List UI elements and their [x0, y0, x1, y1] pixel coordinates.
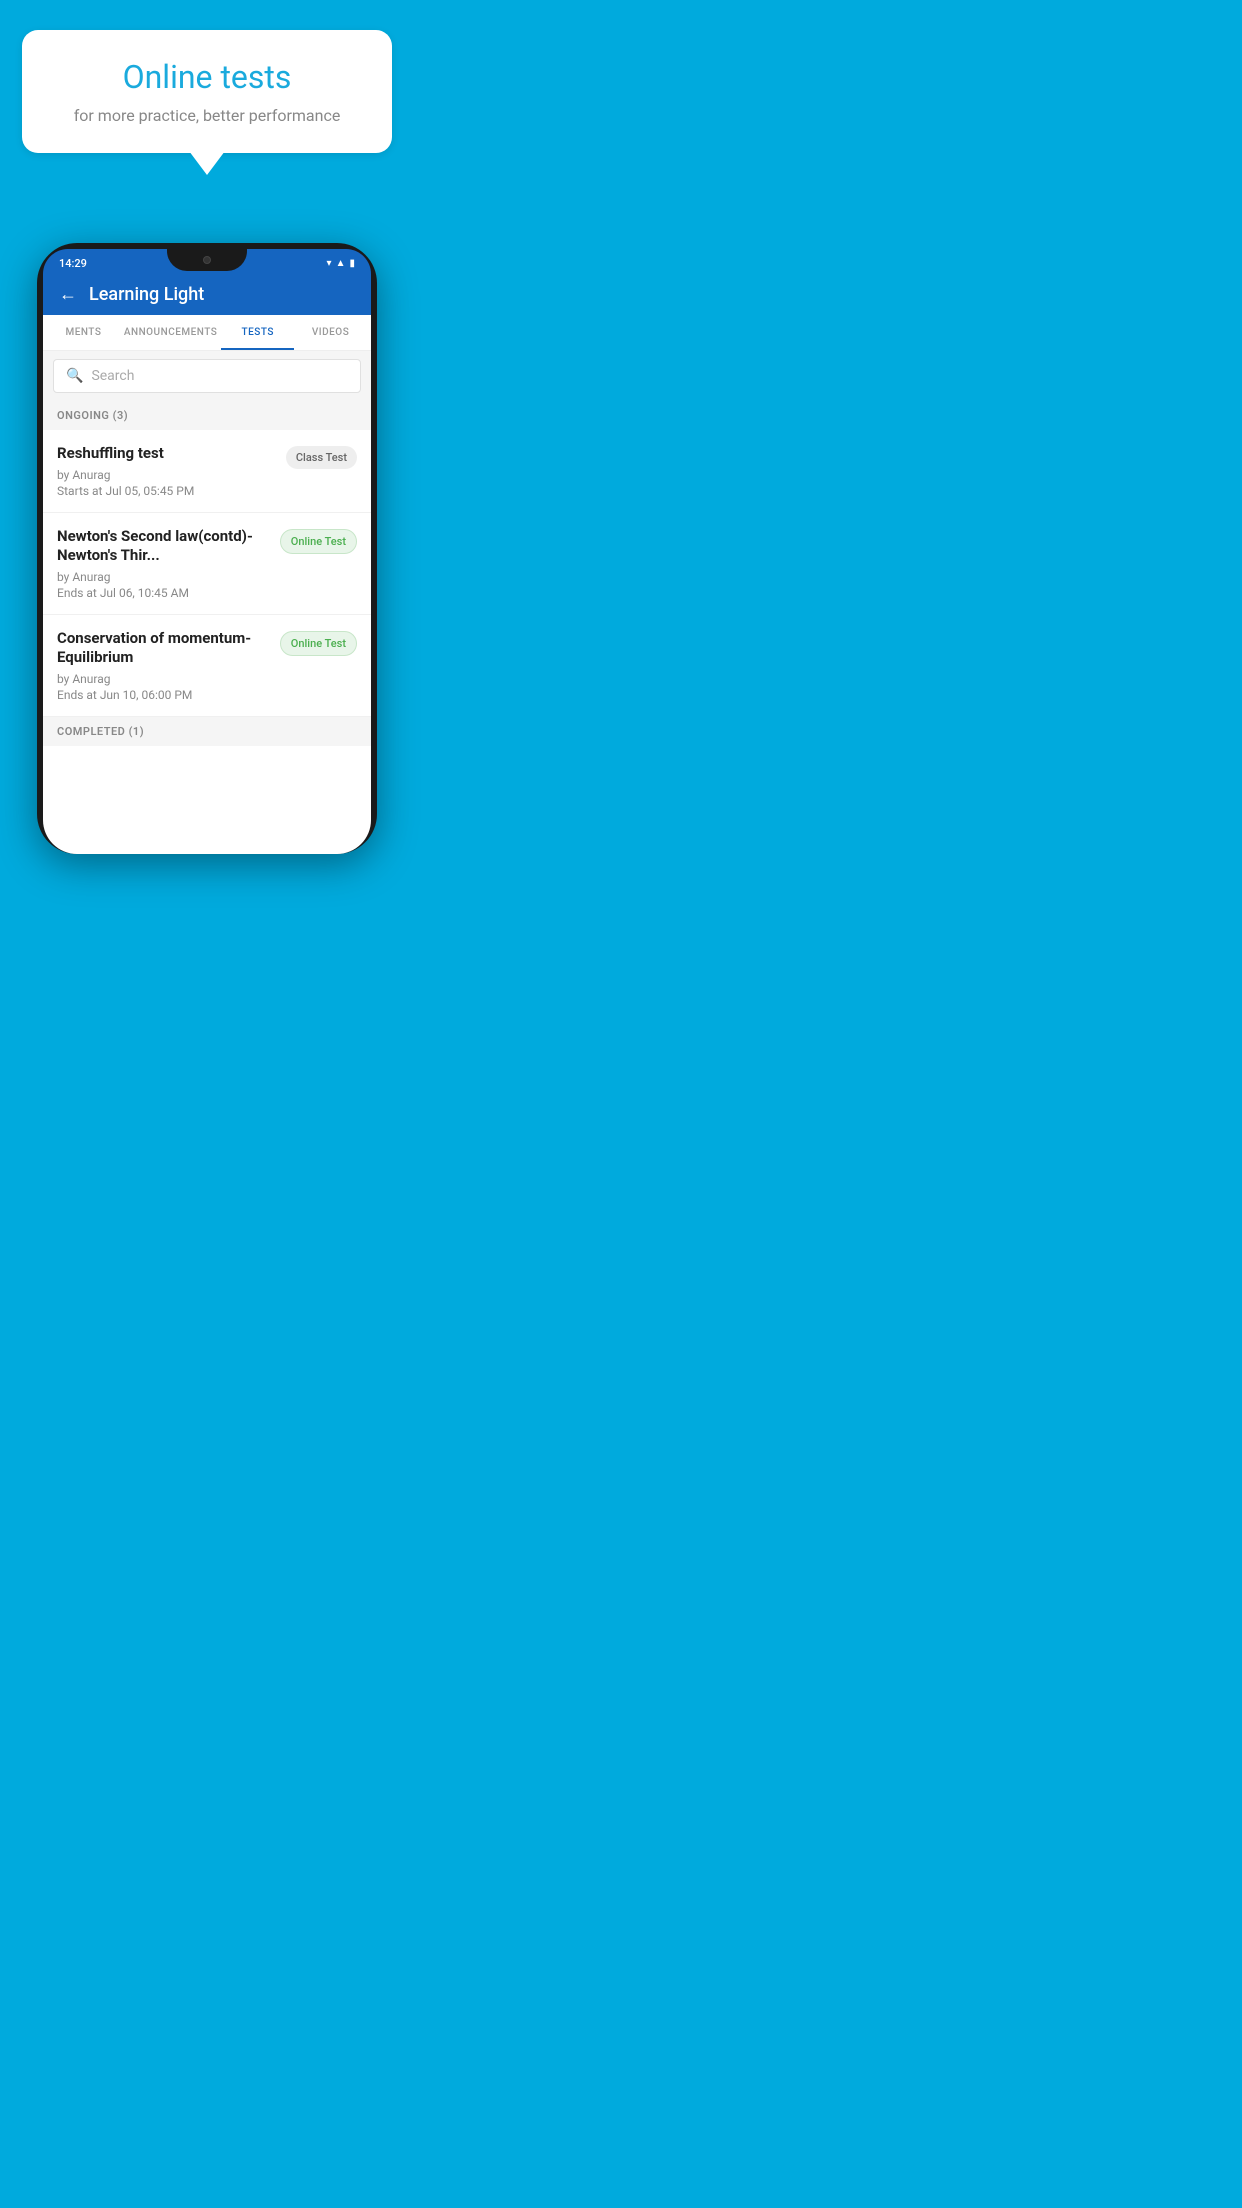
- test-item[interactable]: Newton's Second law(contd)-Newton's Thir…: [43, 513, 371, 615]
- test-badge-online-2: Online Test: [280, 631, 357, 656]
- test-by: by Anurag: [57, 468, 276, 482]
- test-info: Newton's Second law(contd)-Newton's Thir…: [57, 527, 280, 600]
- search-bar: 🔍 Search: [43, 351, 371, 401]
- phone-frame: 14:29 ▾ ▲ ▮ ← Learning Light MENTS: [37, 243, 377, 854]
- ongoing-section-label: ONGOING (3): [43, 401, 371, 430]
- test-by: by Anurag: [57, 672, 270, 686]
- test-badge-online: Online Test: [280, 529, 357, 554]
- search-placeholder: Search: [91, 368, 134, 384]
- phone-wrapper: 14:29 ▾ ▲ ▮ ← Learning Light MENTS: [0, 243, 414, 854]
- wifi-icon: ▾: [327, 258, 332, 269]
- status-icons: ▾ ▲ ▮: [327, 258, 355, 269]
- bubble-title: Online tests: [52, 58, 362, 96]
- bubble-subtitle: for more practice, better performance: [52, 106, 362, 125]
- signal-icon: ▲: [336, 258, 346, 269]
- test-date: Starts at Jul 05, 05:45 PM: [57, 484, 276, 498]
- test-info: Conservation of momentum-Equilibrium by …: [57, 629, 280, 702]
- tab-announcements[interactable]: ANNOUNCEMENTS: [120, 315, 221, 350]
- test-date: Ends at Jun 10, 06:00 PM: [57, 688, 270, 702]
- test-by: by Anurag: [57, 570, 270, 584]
- test-list: Reshuffling test by Anurag Starts at Jul…: [43, 430, 371, 717]
- status-time: 14:29: [59, 257, 87, 270]
- tab-ments[interactable]: MENTS: [47, 315, 120, 350]
- test-name: Conservation of momentum-Equilibrium: [57, 629, 270, 668]
- test-date: Ends at Jul 06, 10:45 AM: [57, 586, 270, 600]
- hero-area: Online tests for more practice, better p…: [0, 0, 414, 193]
- test-item[interactable]: Reshuffling test by Anurag Starts at Jul…: [43, 430, 371, 513]
- back-button[interactable]: ←: [59, 284, 77, 305]
- test-info: Reshuffling test by Anurag Starts at Jul…: [57, 444, 286, 498]
- camera-dot: [203, 256, 211, 264]
- completed-section-label: COMPLETED (1): [43, 717, 371, 746]
- test-item[interactable]: Conservation of momentum-Equilibrium by …: [43, 615, 371, 717]
- test-badge-class: Class Test: [286, 446, 357, 469]
- phone-notch: [167, 249, 247, 271]
- app-header: ← Learning Light: [43, 274, 371, 315]
- search-input-wrap[interactable]: 🔍 Search: [53, 359, 361, 393]
- app-title: Learning Light: [89, 284, 204, 305]
- battery-icon: ▮: [349, 258, 355, 269]
- phone-screen: ← Learning Light MENTS ANNOUNCEMENTS TES…: [43, 274, 371, 854]
- tab-tests[interactable]: TESTS: [221, 315, 294, 350]
- speech-bubble: Online tests for more practice, better p…: [22, 30, 392, 153]
- test-name: Newton's Second law(contd)-Newton's Thir…: [57, 527, 270, 566]
- tab-videos[interactable]: VIDEOS: [294, 315, 367, 350]
- tabs-bar: MENTS ANNOUNCEMENTS TESTS VIDEOS: [43, 315, 371, 351]
- search-icon: 🔍: [66, 368, 83, 384]
- test-name: Reshuffling test: [57, 444, 276, 464]
- status-bar: 14:29 ▾ ▲ ▮: [43, 249, 371, 274]
